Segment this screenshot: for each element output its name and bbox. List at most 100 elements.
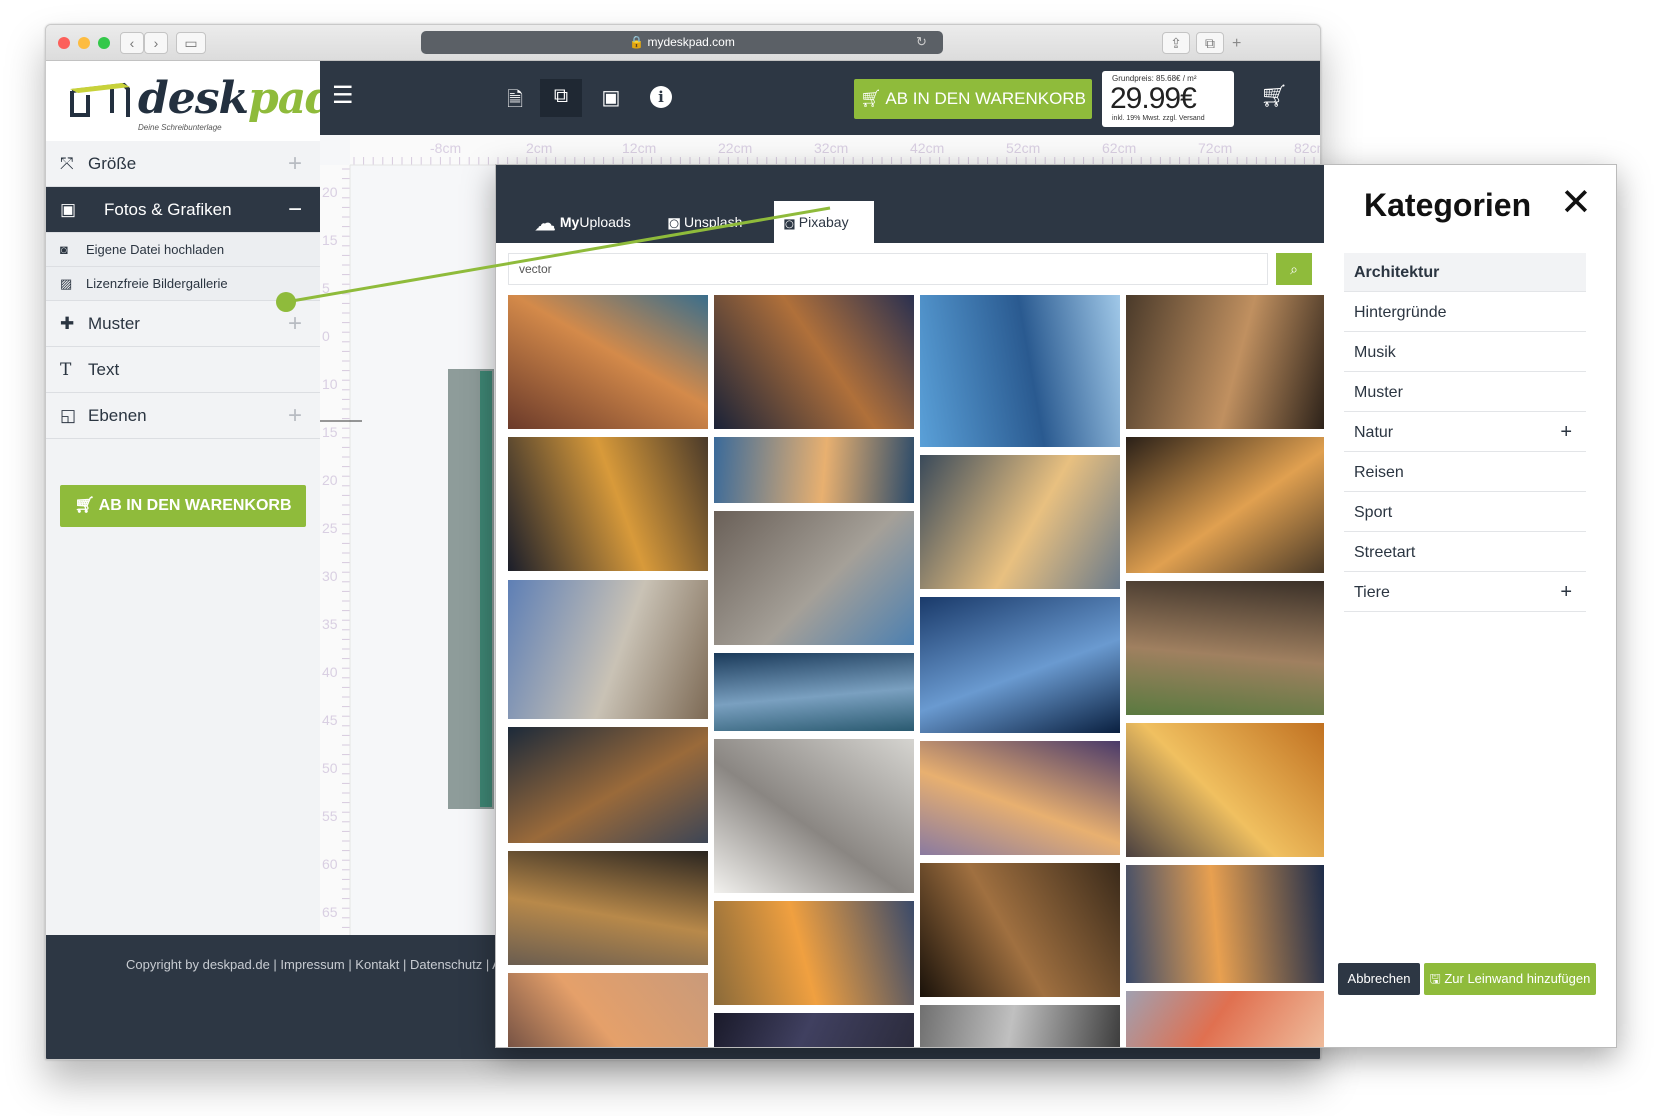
zoom-dot-icon[interactable] — [98, 37, 110, 49]
price-note: inkl. 19% Mwst. zzgl. Versand — [1112, 115, 1205, 122]
cart-icon[interactable]: 🛒︎ — [1260, 83, 1288, 109]
gallery-thumbnail[interactable] — [920, 597, 1120, 733]
category-label: Reisen — [1354, 464, 1404, 481]
reload-icon[interactable]: ↻ — [916, 34, 927, 50]
forward-icon[interactable]: › — [144, 32, 168, 54]
ruler-h-label: 72cm — [1198, 140, 1232, 156]
category-item[interactable]: Musik — [1344, 333, 1586, 372]
gallery-thumbnail[interactable] — [714, 653, 914, 731]
expand-icon[interactable]: + — [1560, 573, 1572, 612]
gallery-thumbnail[interactable] — [714, 901, 914, 1005]
menu-item-patterns[interactable]: ✚ Muster + — [46, 301, 320, 347]
price-value: 29.99€ — [1110, 82, 1197, 115]
category-item[interactable]: Muster — [1344, 373, 1586, 412]
search-input[interactable]: vector — [508, 253, 1268, 285]
add-to-canvas-button[interactable]: 🖫︎ Zur Leinwand hinzufügen — [1424, 963, 1596, 995]
expand-icon: + — [287, 150, 302, 177]
menu-label: Größe — [88, 154, 137, 173]
gallery-thumbnail[interactable] — [1126, 991, 1326, 1047]
gallery-thumbnail[interactable] — [714, 437, 914, 503]
sidebar-toggle-icon[interactable]: ▭ — [176, 32, 206, 54]
gallery-thumbnail[interactable] — [714, 739, 914, 893]
categories-header: Kategorien ✕ — [1324, 165, 1616, 243]
ruler-h-label: 22cm — [718, 140, 752, 156]
ruler-v-label: 35 — [322, 616, 338, 632]
ruler-h-label: 82cm — [1294, 140, 1321, 156]
search-button[interactable]: ⌕ — [1276, 253, 1312, 285]
sidebar: deskpad Deine Schreibunterlage ⤧ Größe +… — [46, 61, 336, 1059]
browser-chrome: ‹ › ▭ 🔒 mydeskpad.com ↻ ⇪ ⧉ + — [46, 25, 1320, 61]
category-item[interactable]: Streetart — [1344, 533, 1586, 572]
submenu-upload[interactable]: ◙ Eigene Datei hochladen — [46, 233, 320, 267]
menu-item-size[interactable]: ⤧ Größe + — [46, 141, 320, 187]
topbar-cart-button[interactable]: 🛒︎ AB IN DEN WARENKORB — [854, 79, 1092, 119]
menu-item-text[interactable]: T Text — [46, 347, 320, 393]
category-item[interactable]: Reisen — [1344, 453, 1586, 492]
gallery-icon: ▨ — [60, 276, 73, 291]
close-icon[interactable]: ✕ — [1560, 183, 1592, 223]
gallery-thumbnail[interactable] — [920, 741, 1120, 855]
gallery-thumbnail[interactable] — [714, 295, 914, 429]
share-icon[interactable]: ⇪ — [1162, 32, 1190, 54]
gallery-thumbnail[interactable] — [920, 455, 1120, 589]
ruler-h-label: 52cm — [1006, 140, 1040, 156]
new-tab-icon[interactable]: + — [1232, 35, 1241, 53]
gallery-thumbnail[interactable] — [1126, 295, 1326, 429]
gallery-thumbnail[interactable] — [508, 727, 708, 843]
ruler-v-label: 20 — [322, 184, 338, 200]
image-gallery-modal: ☁︎ MyUploads ◙ Unsplash ◙ Pixabay Katego… — [495, 164, 1617, 1048]
gallery-thumbnail[interactable] — [1126, 865, 1326, 983]
gallery-thumbnail[interactable] — [920, 295, 1120, 447]
sidebar-cart-label: AB IN DEN WARENKORB — [98, 497, 292, 514]
logo[interactable]: deskpad Deine Schreibunterlage — [46, 61, 336, 141]
expand-icon[interactable]: + — [1560, 413, 1572, 452]
camera-icon: ◙ — [668, 212, 681, 235]
gallery-thumbnail[interactable] — [508, 437, 708, 571]
tab-label: Uploads — [579, 214, 631, 230]
document-icon[interactable]: 🗎︎ — [502, 85, 528, 111]
gallery-thumbnail[interactable] — [714, 1013, 914, 1047]
address-bar[interactable]: 🔒 mydeskpad.com — [421, 31, 943, 54]
category-item[interactable]: Hintergründe — [1344, 293, 1586, 332]
image-grid — [508, 295, 1326, 1047]
minimize-dot-icon[interactable] — [78, 37, 90, 49]
category-item[interactable]: Sport — [1344, 493, 1586, 532]
menu-item-photos[interactable]: ▣ Fotos & Grafiken − — [46, 187, 320, 233]
gallery-thumbnail[interactable] — [1126, 723, 1326, 857]
gallery-thumbnail[interactable] — [920, 863, 1120, 997]
ruler-h-label: 2cm — [526, 140, 552, 156]
gallery-thumbnail[interactable] — [1126, 581, 1326, 715]
category-label: Natur — [1354, 424, 1394, 441]
camera-icon: ◙ — [60, 242, 68, 257]
info-icon[interactable]: i — [650, 86, 672, 108]
price-box: Grundpreis: 85.68€ / m² 29.99€ inkl. 19%… — [1102, 71, 1234, 127]
back-icon[interactable]: ‹ — [120, 32, 144, 54]
category-item[interactable]: Natur + — [1344, 413, 1586, 452]
image-icon[interactable]: ▣ — [598, 85, 624, 111]
gallery-thumbnail[interactable] — [508, 580, 708, 719]
copy-layers-icon[interactable]: ⧉ — [548, 85, 574, 111]
cancel-button[interactable]: Abbrechen — [1338, 963, 1420, 995]
gallery-thumbnail[interactable] — [714, 511, 914, 645]
resize-icon: ⤧ — [60, 154, 74, 173]
category-item[interactable]: Architektur — [1344, 253, 1586, 292]
tab-pixabay[interactable]: ◙ Pixabay — [774, 201, 874, 243]
tabs-icon[interactable]: ⧉ — [1196, 32, 1224, 54]
menu-item-layers[interactable]: ◱ Ebenen + — [46, 393, 320, 439]
tab-myuploads[interactable]: ☁︎ MyUploads — [534, 201, 631, 243]
deskpad-logo-icon — [70, 82, 130, 117]
category-item[interactable]: Tiere + — [1344, 573, 1586, 612]
tab-unsplash[interactable]: ◙ Unsplash — [668, 201, 742, 243]
gallery-thumbnail[interactable] — [508, 295, 708, 429]
cloud-upload-icon: ☁︎ — [534, 210, 556, 236]
hamburger-menu-icon[interactable]: ☰ — [332, 83, 356, 109]
close-dot-icon[interactable] — [58, 37, 70, 49]
gallery-thumbnail[interactable] — [508, 973, 708, 1047]
submenu-gallery[interactable]: ▨ Lizenzfreie Bildergallerie — [46, 267, 320, 301]
gallery-thumbnail[interactable] — [1126, 437, 1326, 573]
gallery-thumbnail[interactable] — [920, 1005, 1120, 1047]
ruler-v-label: 15 — [322, 232, 338, 248]
gallery-thumbnail[interactable] — [508, 851, 708, 965]
sidebar-cart-button[interactable]: 🛒︎ AB IN DEN WARENKORB — [60, 485, 306, 527]
category-label: Hintergründe — [1354, 304, 1447, 321]
